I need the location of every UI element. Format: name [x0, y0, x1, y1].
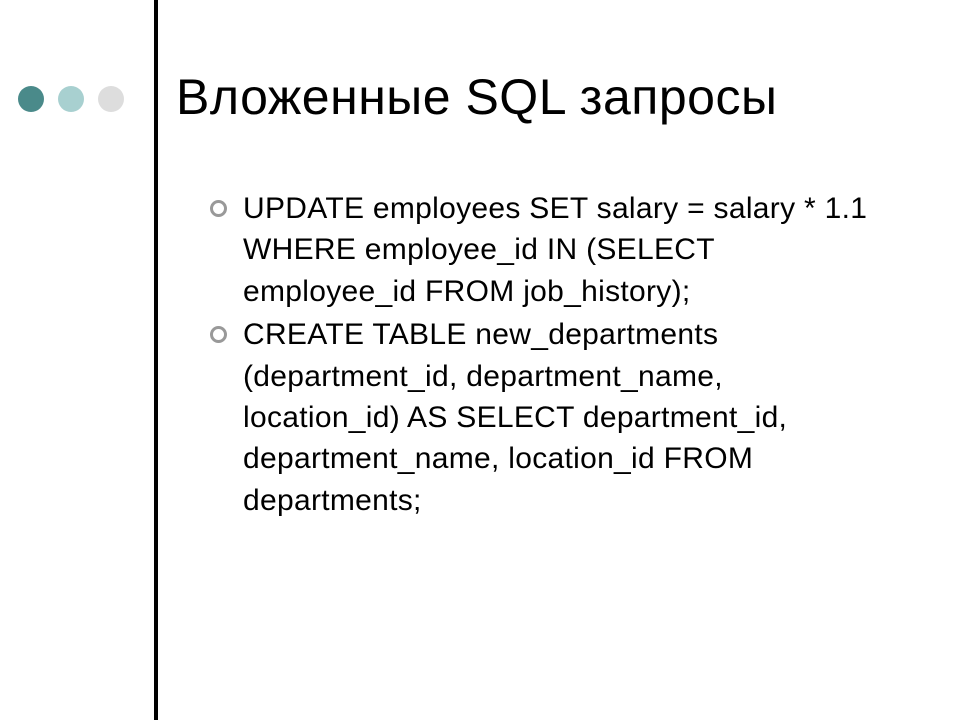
slide-title: Вложенные SQL запросы — [176, 68, 777, 126]
list-item: CREATE TABLE new_departments (department… — [210, 314, 870, 521]
dot-light — [58, 86, 84, 112]
bullet-circle-icon — [210, 326, 227, 343]
list-item: UPDATE employees SET salary = salary * 1… — [210, 188, 870, 312]
bullet-circle-icon — [210, 200, 227, 217]
bullet-text: UPDATE employees SET salary = salary * 1… — [243, 188, 870, 312]
dot-accent — [18, 86, 44, 112]
bullet-text: CREATE TABLE new_departments (department… — [243, 314, 870, 521]
bullet-list: UPDATE employees SET salary = salary * 1… — [210, 188, 870, 523]
vertical-divider — [154, 0, 158, 720]
decorative-dots — [18, 86, 124, 112]
dot-grey — [98, 86, 124, 112]
